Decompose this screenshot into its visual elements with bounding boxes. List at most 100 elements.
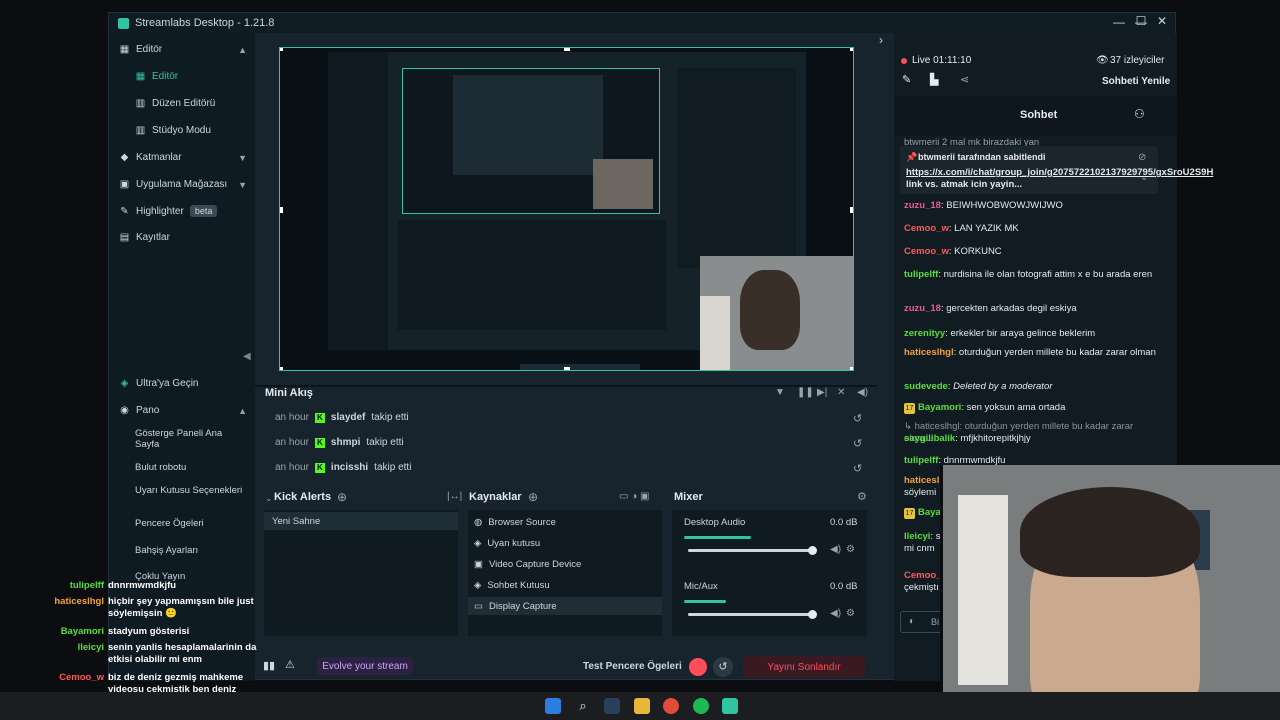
chat-username[interactable]: zerenityy bbox=[904, 328, 945, 339]
stats-icon[interactable]: ▮▮ bbox=[263, 659, 275, 672]
add-scene-icon[interactable]: ⊕ bbox=[337, 490, 347, 504]
sidebar-item-editor-group[interactable]: ▦ Editör ▲ bbox=[119, 44, 247, 55]
sidebar-item-dashboard[interactable]: ◉ Pano ▲ bbox=[119, 405, 247, 416]
resize-handle[interactable] bbox=[850, 48, 853, 51]
resize-handle[interactable] bbox=[850, 367, 853, 370]
file-icon[interactable]: ▙ bbox=[930, 73, 938, 86]
minimize-button[interactable]: — bbox=[1109, 15, 1129, 29]
source-tools-icon[interactable]: ▭ ◑ ▣ bbox=[619, 491, 650, 502]
resize-handle[interactable] bbox=[280, 48, 283, 51]
volume-slider-knob[interactable] bbox=[808, 610, 817, 619]
kick-icon: K bbox=[314, 462, 325, 473]
steam-icon[interactable] bbox=[604, 698, 620, 714]
sidebar-item-highlighter[interactable]: ✎ Highlighter beta bbox=[119, 205, 247, 217]
gear-icon[interactable]: ⚙ bbox=[846, 544, 855, 555]
pause-icon[interactable]: ❚❚ bbox=[797, 387, 814, 398]
streamlabs-taskbar-icon[interactable] bbox=[722, 698, 738, 714]
alert-icon[interactable]: ⚠ bbox=[285, 658, 295, 671]
edit-icon[interactable]: ✎ bbox=[902, 73, 911, 86]
add-source-icon[interactable]: ⊕ bbox=[528, 490, 538, 504]
windows-start-icon[interactable] bbox=[545, 698, 561, 714]
sidebar-item-editor[interactable]: ▦ Editör bbox=[135, 71, 263, 82]
replay-icon[interactable]: ↺ bbox=[853, 412, 862, 425]
resize-handle[interactable] bbox=[850, 207, 853, 213]
sidebar-item-layout-editor[interactable]: ▥ Düzen Editörü bbox=[135, 98, 263, 109]
chat-username[interactable]: tulipelff bbox=[904, 455, 938, 466]
speaker-icon[interactable]: ◀) bbox=[830, 608, 841, 619]
spotify-icon[interactable] bbox=[693, 698, 709, 714]
chat-username[interactable]: zuzu_18 bbox=[904, 303, 941, 314]
sidebar-item-ultra[interactable]: ◈ Ultra'ya Geçin bbox=[119, 378, 247, 389]
sidebar-item-widgets[interactable]: Pencere Ögeleri bbox=[135, 518, 245, 529]
filter-icon[interactable]: ▼ bbox=[775, 387, 785, 398]
sidebar-item-themes[interactable]: ◆ Katmanlar ▼ bbox=[119, 152, 247, 163]
chrome-icon[interactable] bbox=[663, 698, 679, 714]
skip-icon[interactable]: ▶| bbox=[817, 387, 827, 398]
speaker-icon[interactable]: ◀) bbox=[830, 544, 841, 555]
sidebar-item-recordings[interactable]: ▤ Kayıtlar bbox=[119, 232, 247, 243]
source-item[interactable]: ◈ Uyan kutusu bbox=[474, 534, 660, 552]
chat-username[interactable]: haticeslhgl bbox=[904, 347, 954, 358]
scene-transition-icon[interactable]: |↔| bbox=[447, 491, 462, 502]
stream-preview[interactable] bbox=[279, 47, 854, 371]
preview-nested-panels bbox=[398, 220, 666, 330]
pinned-link[interactable]: https://x.com/i/chat/group_join/g2075722… bbox=[906, 167, 1213, 178]
chat-icon: ◈ bbox=[474, 579, 482, 591]
chat-username[interactable]: Bayamori bbox=[918, 402, 961, 413]
chat-username[interactable]: Cemoo_w bbox=[904, 223, 949, 234]
sidebar-item-alertbox[interactable]: Uyarı Kutusu Seçenekleri bbox=[135, 485, 245, 496]
chat-username[interactable]: saygilibalik bbox=[904, 433, 955, 444]
search-icon[interactable]: ⌕ bbox=[575, 698, 591, 714]
resize-handle[interactable] bbox=[280, 207, 283, 213]
gear-icon[interactable]: ⚙ bbox=[857, 490, 867, 503]
source-item[interactable]: ◍ Browser Source bbox=[474, 513, 660, 531]
chat-username[interactable]: tulipelff bbox=[904, 269, 938, 280]
chevron-down-icon[interactable]: ⌄ bbox=[1140, 172, 1148, 183]
sidebar-item-app-store[interactable]: ▣ Uygulama Mağazası ▼ bbox=[119, 179, 247, 190]
test-widgets-button[interactable]: Test Pencere Ögeleri bbox=[583, 661, 682, 672]
scene-item[interactable]: Yeni Sahne bbox=[264, 512, 458, 530]
replay-buffer-icon[interactable]: ↺ bbox=[713, 657, 733, 677]
gear-icon[interactable]: ⚙ bbox=[846, 608, 855, 619]
expand-chat-icon[interactable]: › bbox=[879, 33, 883, 47]
chat-username[interactable]: sudevede bbox=[904, 381, 948, 392]
volume-slider-knob[interactable] bbox=[808, 546, 817, 555]
source-item[interactable]: ▣ Video Capture Device bbox=[474, 555, 660, 573]
volume-icon[interactable]: ◀) bbox=[857, 387, 868, 398]
chat-username[interactable]: haticesl bbox=[904, 475, 939, 486]
chat-username[interactable]: Cemoo_ bbox=[904, 570, 941, 581]
title-bar: Streamlabs Desktop - 1.21.8 — bbox=[109, 13, 1175, 33]
replay-icon[interactable]: ↺ bbox=[853, 462, 862, 475]
chat-username[interactable]: lleicyi bbox=[904, 531, 930, 542]
maximize-button[interactable]: ☐ bbox=[1131, 14, 1151, 28]
chat-username[interactable]: Baya bbox=[918, 507, 941, 518]
record-button[interactable] bbox=[689, 658, 707, 676]
chat-username[interactable]: zuzu_18 bbox=[904, 200, 941, 211]
mute-alerts-icon[interactable]: ✕ bbox=[837, 387, 845, 398]
end-stream-button[interactable]: Yayını Sonlandır bbox=[743, 656, 865, 678]
file-explorer-icon[interactable] bbox=[634, 698, 650, 714]
collapse-sidebar-icon[interactable]: ◀ bbox=[243, 351, 251, 362]
unpin-icon[interactable]: ⊘ bbox=[1138, 152, 1146, 163]
resize-handle[interactable] bbox=[280, 367, 283, 370]
sidebar-item-dashboard-home[interactable]: Gösterge Paneli Ana Sayfa bbox=[135, 428, 245, 450]
share-icon[interactable]: ⋖ bbox=[960, 73, 969, 86]
source-item[interactable]: ◈ Sohbet Kutusu bbox=[474, 576, 660, 594]
close-button[interactable]: ✕ bbox=[1152, 14, 1172, 28]
sidebar-item-studio-mode[interactable]: ▥ Stüdyo Modu bbox=[135, 125, 263, 136]
volume-slider[interactable] bbox=[688, 613, 813, 616]
replay-icon[interactable]: ↺ bbox=[853, 437, 862, 450]
refresh-chat-button[interactable]: Sohbeti Yenile bbox=[1102, 76, 1170, 87]
source-item-selected[interactable]: ▭ Display Capture bbox=[468, 597, 662, 615]
chat-username[interactable]: Cemoo_w bbox=[904, 246, 949, 257]
highlighter-icon: ✎ bbox=[120, 205, 129, 217]
volume-slider[interactable] bbox=[688, 549, 813, 552]
resize-handle[interactable] bbox=[564, 48, 570, 51]
pin-icon: 📌 bbox=[906, 152, 918, 162]
user-settings-icon[interactable]: ⚇ bbox=[1134, 107, 1145, 121]
resize-handle[interactable] bbox=[564, 367, 570, 370]
sidebar-item-tip-settings[interactable]: Bahşiş Ayarları bbox=[135, 545, 245, 556]
sidebar-item-cloudbot[interactable]: Bulut robotu bbox=[135, 462, 245, 473]
chevron-down-icon[interactable]: ⌄ bbox=[265, 493, 273, 504]
evolve-button[interactable]: Evolve your stream bbox=[317, 657, 413, 675]
